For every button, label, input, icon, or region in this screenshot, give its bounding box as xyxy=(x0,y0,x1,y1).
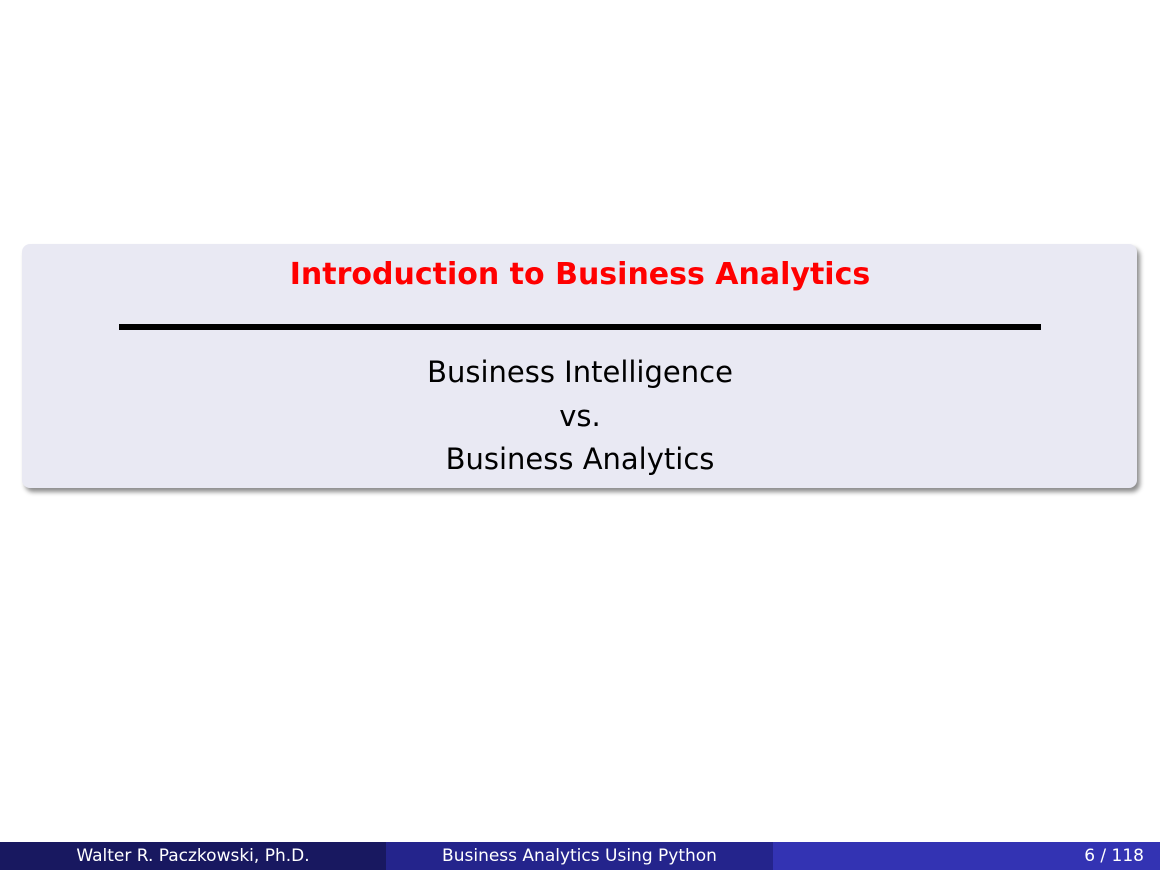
footer-page-text: 6 / 118 xyxy=(1084,846,1144,866)
footer-title: Business Analytics Using Python xyxy=(386,842,773,870)
footer-title-text: Business Analytics Using Python xyxy=(442,846,717,866)
slide: Introduction to Business Analytics Busin… xyxy=(0,0,1160,870)
subtitle-line-1: Business Intelligence xyxy=(427,355,733,389)
footer-author: Walter R. Paczkowski, Ph.D. xyxy=(0,842,386,870)
footer-page-number: 6 / 118 xyxy=(773,842,1160,870)
title-rule xyxy=(119,324,1041,330)
subtitle-line-3: Business Analytics xyxy=(445,442,715,476)
subtitle-line-2: vs. xyxy=(559,399,601,433)
block-title: Introduction to Business Analytics xyxy=(289,257,871,292)
footer-bar: Walter R. Paczkowski, Ph.D. Business Ana… xyxy=(0,842,1160,870)
footer-author-text: Walter R. Paczkowski, Ph.D. xyxy=(76,846,310,866)
